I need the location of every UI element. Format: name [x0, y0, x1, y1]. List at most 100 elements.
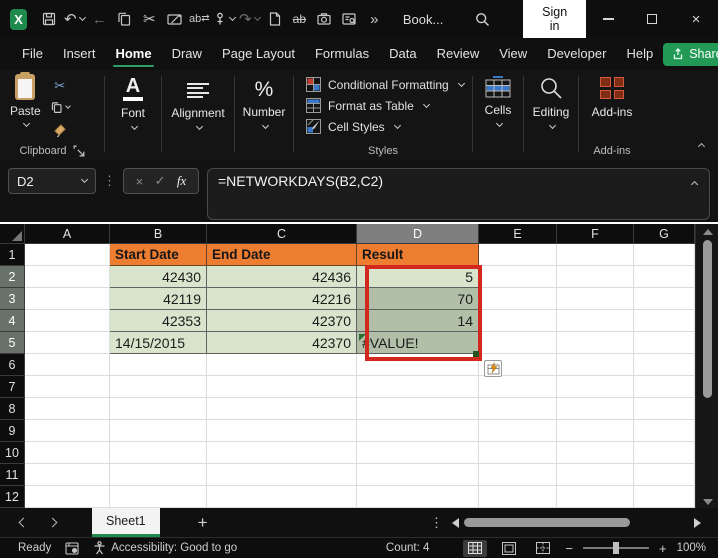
- cell-E5[interactable]: [479, 332, 557, 354]
- row-header-11[interactable]: 11: [0, 464, 25, 486]
- cell-E10[interactable]: [479, 442, 557, 464]
- cell-F4[interactable]: [557, 310, 634, 332]
- font-menu-button[interactable]: A Font: [113, 70, 153, 131]
- cell-G9[interactable]: [634, 420, 695, 442]
- copy-button[interactable]: [113, 6, 136, 32]
- sheet-options-dots[interactable]: ⋮: [430, 515, 443, 531]
- cell-E3[interactable]: [479, 288, 557, 310]
- row-header-4[interactable]: 4: [0, 310, 25, 332]
- cell-B6[interactable]: [110, 354, 207, 376]
- row-header-7[interactable]: 7: [0, 376, 25, 398]
- cell-A1[interactable]: [25, 244, 110, 266]
- ribbon-tab-home[interactable]: Home: [105, 40, 161, 68]
- normal-view-button[interactable]: [463, 539, 488, 557]
- redo-dropdown-chevron[interactable]: [253, 13, 261, 22]
- format-as-table-button[interactable]: Format as Table: [306, 98, 430, 113]
- select-all-corner[interactable]: [0, 224, 25, 244]
- row-header-8[interactable]: 8: [0, 398, 25, 420]
- cell-B11[interactable]: [110, 464, 207, 486]
- cell-B7[interactable]: [110, 376, 207, 398]
- vertical-scrollbar[interactable]: [695, 224, 718, 510]
- clipboard-dialog-launcher[interactable]: [73, 145, 85, 157]
- cell-G5[interactable]: [634, 332, 695, 354]
- ribbon-tab-review[interactable]: Review: [427, 40, 490, 68]
- row-header-6[interactable]: 6: [0, 354, 25, 376]
- save-button[interactable]: [38, 6, 61, 32]
- cell-E8[interactable]: [479, 398, 557, 420]
- cell-F10[interactable]: [557, 442, 634, 464]
- row-header-1[interactable]: 1: [0, 244, 25, 266]
- cell-G8[interactable]: [634, 398, 695, 420]
- cell-D2[interactable]: 5: [357, 266, 479, 288]
- column-header-C[interactable]: C: [207, 224, 357, 244]
- fill-handle[interactable]: [473, 351, 479, 357]
- alignment-menu-button[interactable]: Alignment: [163, 70, 232, 130]
- insert-function-button[interactable]: fx: [177, 173, 186, 189]
- cell-C4[interactable]: 42370: [207, 310, 357, 332]
- redo-button[interactable]: ↷: [238, 6, 261, 32]
- ribbon-tab-data[interactable]: Data: [379, 40, 426, 68]
- page-break-view-button[interactable]: [531, 540, 555, 557]
- sign-in-button[interactable]: Sign in: [523, 0, 586, 38]
- quick-analysis-button[interactable]: [484, 360, 502, 377]
- cell-C5[interactable]: 42370: [207, 332, 357, 354]
- cell-D11[interactable]: [357, 464, 479, 486]
- cell-A2[interactable]: [25, 266, 110, 288]
- cell-G11[interactable]: [634, 464, 695, 486]
- cell-A7[interactable]: [25, 376, 110, 398]
- cell-G10[interactable]: [634, 442, 695, 464]
- cell-G6[interactable]: [634, 354, 695, 376]
- ribbon-tab-view[interactable]: View: [489, 40, 537, 68]
- camera-button[interactable]: [313, 6, 336, 32]
- cell-F5[interactable]: [557, 332, 634, 354]
- scroll-down-arrow[interactable]: [703, 499, 713, 505]
- scroll-right-arrow[interactable]: [694, 518, 701, 528]
- cell-D9[interactable]: [357, 420, 479, 442]
- column-header-F[interactable]: F: [557, 224, 634, 244]
- cell-G12[interactable]: [634, 486, 695, 508]
- row-header-9[interactable]: 9: [0, 420, 25, 442]
- lookup-card-button[interactable]: [338, 6, 361, 32]
- strikethrough-button[interactable]: ab: [288, 6, 311, 32]
- row-header-3[interactable]: 3: [0, 288, 25, 310]
- add-sheet-button[interactable]: +: [198, 513, 208, 533]
- paste-button[interactable]: Paste: [10, 72, 41, 128]
- cell-F7[interactable]: [557, 376, 634, 398]
- cancel-entry-button[interactable]: ×: [136, 174, 144, 189]
- cell-C9[interactable]: [207, 420, 357, 442]
- sheet-tab-sheet1[interactable]: Sheet1: [92, 508, 160, 537]
- column-header-B[interactable]: B: [110, 224, 207, 244]
- row-header-12[interactable]: 12: [0, 486, 25, 508]
- cell-C7[interactable]: [207, 376, 357, 398]
- cell-styles-button[interactable]: Cell Styles: [306, 119, 401, 134]
- column-header-A[interactable]: A: [25, 224, 110, 244]
- cell-A11[interactable]: [25, 464, 110, 486]
- cell-E1[interactable]: [479, 244, 557, 266]
- ribbon-collapse-button[interactable]: [696, 136, 706, 154]
- undo-dropdown-chevron[interactable]: [78, 13, 86, 22]
- undo-button[interactable]: ↶: [63, 6, 86, 32]
- cell-D6[interactable]: [357, 354, 479, 376]
- scroll-up-arrow[interactable]: [703, 229, 713, 235]
- cell-G2[interactable]: [634, 266, 695, 288]
- formula-input[interactable]: =NETWORKDAYS(B2,C2): [207, 168, 710, 220]
- confirm-entry-button[interactable]: ✓: [155, 173, 166, 189]
- zoom-slider[interactable]: [582, 542, 649, 554]
- cell-D5[interactable]: #VALUE!: [357, 332, 479, 354]
- cell-C2[interactable]: 42436: [207, 266, 357, 288]
- editing-menu-button[interactable]: Editing: [525, 70, 578, 130]
- cell-E12[interactable]: [479, 486, 557, 508]
- cell-C10[interactable]: [207, 442, 357, 464]
- ribbon-tab-draw[interactable]: Draw: [162, 40, 212, 68]
- formula-bar-collapse-button[interactable]: [690, 180, 699, 189]
- picture-button[interactable]: [163, 6, 186, 32]
- cell-B8[interactable]: [110, 398, 207, 420]
- close-button[interactable]: ×: [674, 0, 718, 38]
- qat-overflow-button[interactable]: »: [363, 6, 386, 32]
- cell-D12[interactable]: [357, 486, 479, 508]
- cell-F8[interactable]: [557, 398, 634, 420]
- cell-F2[interactable]: [557, 266, 634, 288]
- find-replace-button[interactable]: ab ⇄: [188, 6, 211, 32]
- cell-F6[interactable]: [557, 354, 634, 376]
- scroll-left-arrow[interactable]: [452, 518, 459, 528]
